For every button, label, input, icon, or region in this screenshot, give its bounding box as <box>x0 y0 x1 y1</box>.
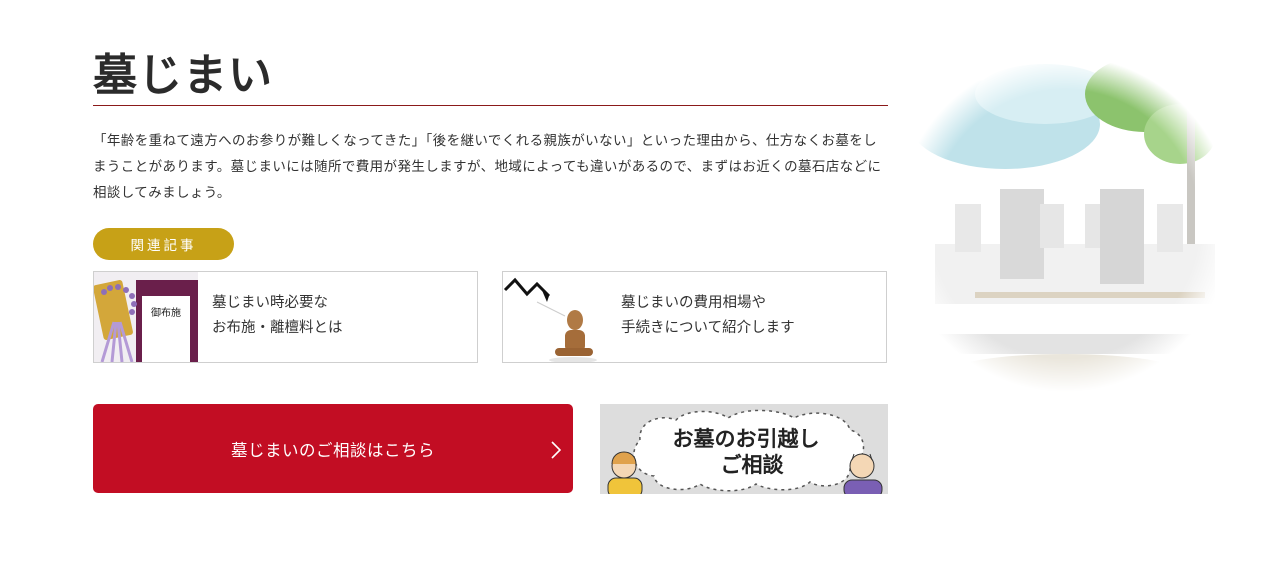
card-title-line: 手続きについて紹介します <box>621 320 795 336</box>
card-title-line: お布施・離檀料とは <box>212 320 343 336</box>
card-title-line: 墓じまい時必要な <box>212 295 328 311</box>
related-card-offering[interactable]: 御布施 墓じまい時必要な お布施・離檀料とは <box>93 271 478 363</box>
related-articles-badge: 関連記事 <box>93 228 234 260</box>
banner-title-line1: お墓のお引越し <box>673 427 820 451</box>
consult-button[interactable]: 墓じまいのご相談はこちら <box>93 404 573 493</box>
banner-title-line2: ご相談 <box>721 453 785 477</box>
banner-illustration: お墓のお引越し ご相談 <box>600 404 888 494</box>
prayer-beads-envelope-icon: 御布施 <box>94 272 198 362</box>
card-title-line: 墓じまいの費用相場や <box>621 295 766 311</box>
chevron-right-icon <box>551 441 561 459</box>
grave-relocation-banner[interactable]: お墓のお引越し ご相談 <box>600 404 888 494</box>
cemetery-illustration <box>895 54 1235 394</box>
page-title: 墓じまい <box>93 50 273 101</box>
wooden-mannequin-graph-icon <box>503 272 607 362</box>
section-description: 「年齢を重ねて遠方へのお参りが難しくなってきた」「後を継いでくれる親族がいない」… <box>93 133 882 201</box>
title-underline <box>93 105 888 106</box>
envelope-text: 御布施 <box>151 306 181 319</box>
related-card-cost[interactable]: 墓じまいの費用相場や 手続きについて紹介します <box>502 271 887 363</box>
consult-button-label: 墓じまいのご相談はこちら <box>231 440 435 460</box>
